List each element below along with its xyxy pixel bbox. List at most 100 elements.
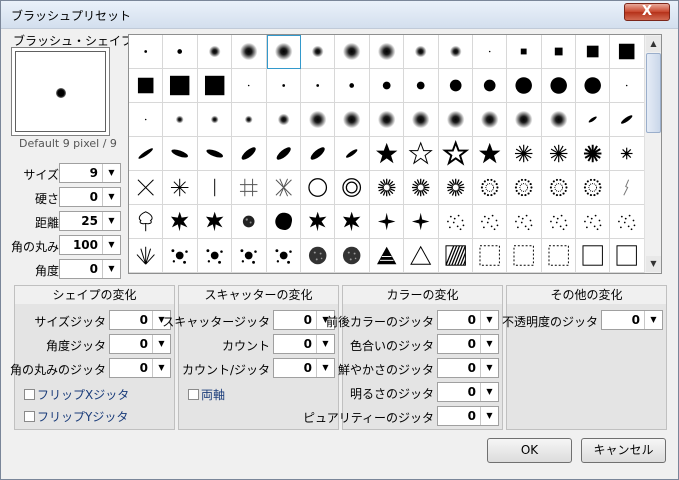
brush-preset-cell[interactable] — [576, 35, 611, 69]
preset-scrollbar[interactable]: ▲ ▼ — [644, 35, 661, 273]
brush-preset-cell[interactable] — [266, 137, 301, 171]
spinbox-value[interactable]: 0 — [468, 361, 476, 375]
spinbox-value[interactable]: 0 — [468, 313, 476, 327]
brush-preset-cell[interactable] — [335, 171, 370, 205]
flip-y-jitter-checkbox[interactable]: フリップYジッタ — [24, 408, 128, 424]
brush-preset-cell[interactable] — [472, 137, 508, 171]
brush-preset-cell[interactable] — [507, 69, 542, 103]
spinbox-value[interactable]: 0 — [90, 190, 98, 204]
spinbox-value[interactable]: 100 — [73, 238, 98, 252]
brush-preset-cell[interactable] — [232, 35, 267, 69]
brush-preset-cell[interactable] — [404, 35, 439, 69]
brush-preset-cell[interactable] — [404, 239, 439, 273]
brush-preset-cell[interactable] — [438, 35, 473, 69]
brush-preset-cell[interactable] — [163, 205, 198, 239]
brush-preset-cell[interactable] — [369, 171, 405, 205]
brush-preset-cell[interactable] — [163, 35, 198, 69]
brush-preset-cell[interactable] — [129, 35, 164, 69]
spinbox-value[interactable]: 25 — [81, 214, 98, 228]
brush-preset-cell[interactable] — [472, 35, 508, 69]
spinbox-value[interactable]: 0 — [468, 409, 476, 423]
jitter-spinbox[interactable]: 0 ▼ — [437, 382, 499, 402]
brush-preset-cell[interactable] — [163, 103, 198, 137]
chevron-down-icon[interactable]: ▼ — [480, 311, 498, 329]
brush-preset-cell[interactable] — [232, 137, 267, 171]
brush-preset-cell[interactable] — [404, 205, 439, 239]
brush-preset-cell[interactable] — [335, 137, 370, 171]
brush-preset-cell[interactable] — [438, 239, 473, 273]
spinbox-value[interactable]: 0 — [468, 385, 476, 399]
brush-preset-cell[interactable] — [610, 137, 645, 171]
brush-preset-cell[interactable] — [266, 239, 301, 273]
brush-preset-cell[interactable] — [369, 35, 405, 69]
brush-preset-cell[interactable] — [610, 239, 645, 273]
brush-preset-cell[interactable] — [576, 69, 611, 103]
shape-param-spinbox[interactable]: 0 ▼ — [59, 187, 121, 207]
scroll-up-icon[interactable]: ▲ — [646, 36, 661, 52]
spinbox-value[interactable]: 0 — [632, 313, 640, 327]
brush-preset-cell[interactable] — [163, 239, 198, 273]
brush-preset-cell[interactable] — [335, 239, 370, 273]
brush-preset-cell[interactable] — [197, 239, 233, 273]
jitter-spinbox[interactable]: 0 ▼ — [437, 358, 499, 378]
chevron-down-icon[interactable]: ▼ — [152, 359, 170, 377]
brush-preset-cell[interactable] — [472, 239, 508, 273]
brush-preset-cell[interactable] — [472, 171, 508, 205]
brush-preset-cell[interactable] — [266, 35, 301, 69]
chevron-down-icon[interactable]: ▼ — [102, 212, 120, 230]
spinbox-value[interactable]: 0 — [140, 361, 148, 375]
brush-preset-cell[interactable] — [266, 171, 301, 205]
spinbox-value[interactable]: 0 — [468, 337, 476, 351]
brush-preset-cell[interactable] — [541, 35, 577, 69]
jitter-spinbox[interactable]: 0 ▼ — [437, 310, 499, 330]
scroll-thumb[interactable] — [646, 53, 661, 133]
brush-preset-cell[interactable] — [197, 103, 233, 137]
brush-preset-cell[interactable] — [404, 171, 439, 205]
brush-preset-cell[interactable] — [197, 205, 233, 239]
brush-preset-cell[interactable] — [266, 205, 301, 239]
brush-preset-cell[interactable] — [163, 171, 198, 205]
brush-preset-cell[interactable] — [197, 171, 233, 205]
brush-preset-cell[interactable] — [163, 69, 198, 103]
ok-button[interactable]: OK — [487, 438, 572, 463]
brush-preset-cell[interactable] — [129, 239, 164, 273]
shape-param-spinbox[interactable]: 25 ▼ — [59, 211, 121, 231]
spinbox-value[interactable]: 0 — [304, 313, 312, 327]
both-axes-checkbox[interactable]: 両軸 — [188, 386, 225, 402]
chevron-down-icon[interactable]: ▼ — [480, 359, 498, 377]
chevron-down-icon[interactable]: ▼ — [102, 236, 120, 254]
close-button[interactable]: X — [624, 3, 670, 21]
flip-x-jitter-checkbox[interactable]: フリップXジッタ — [24, 386, 129, 402]
brush-preset-cell[interactable] — [541, 69, 577, 103]
chevron-down-icon[interactable]: ▼ — [152, 335, 170, 353]
brush-preset-cell[interactable] — [541, 137, 577, 171]
checkbox-box[interactable] — [188, 389, 199, 400]
brush-preset-cell[interactable] — [472, 103, 508, 137]
brush-preset-cell[interactable] — [369, 69, 405, 103]
brush-preset-cell[interactable] — [472, 205, 508, 239]
brush-preset-cell[interactable] — [300, 35, 336, 69]
brush-preset-cell[interactable] — [266, 103, 301, 137]
brush-preset-cell[interactable] — [507, 239, 542, 273]
spinbox-value[interactable]: 9 — [90, 166, 98, 180]
brush-preset-cell[interactable] — [129, 137, 164, 171]
brush-preset-cell[interactable] — [610, 69, 645, 103]
brush-preset-cell[interactable] — [576, 205, 611, 239]
brush-preset-cell[interactable] — [438, 205, 473, 239]
brush-preset-cell[interactable] — [300, 239, 336, 273]
brush-preset-cell[interactable] — [129, 205, 164, 239]
brush-preset-cell[interactable] — [404, 103, 439, 137]
brush-preset-cell[interactable] — [335, 205, 370, 239]
brush-preset-cell[interactable] — [472, 69, 508, 103]
chevron-down-icon[interactable]: ▼ — [316, 335, 334, 353]
brush-preset-cell[interactable] — [129, 103, 164, 137]
chevron-down-icon[interactable]: ▼ — [316, 359, 334, 377]
brush-preset-cell[interactable] — [300, 171, 336, 205]
brush-preset-cell[interactable] — [438, 171, 473, 205]
brush-preset-cell[interactable] — [541, 103, 577, 137]
brush-preset-cell[interactable] — [197, 69, 233, 103]
brush-preset-cell[interactable] — [404, 137, 439, 171]
scroll-down-icon[interactable]: ▼ — [646, 256, 661, 272]
brush-preset-cell[interactable] — [369, 103, 405, 137]
brush-preset-cell[interactable] — [576, 171, 611, 205]
